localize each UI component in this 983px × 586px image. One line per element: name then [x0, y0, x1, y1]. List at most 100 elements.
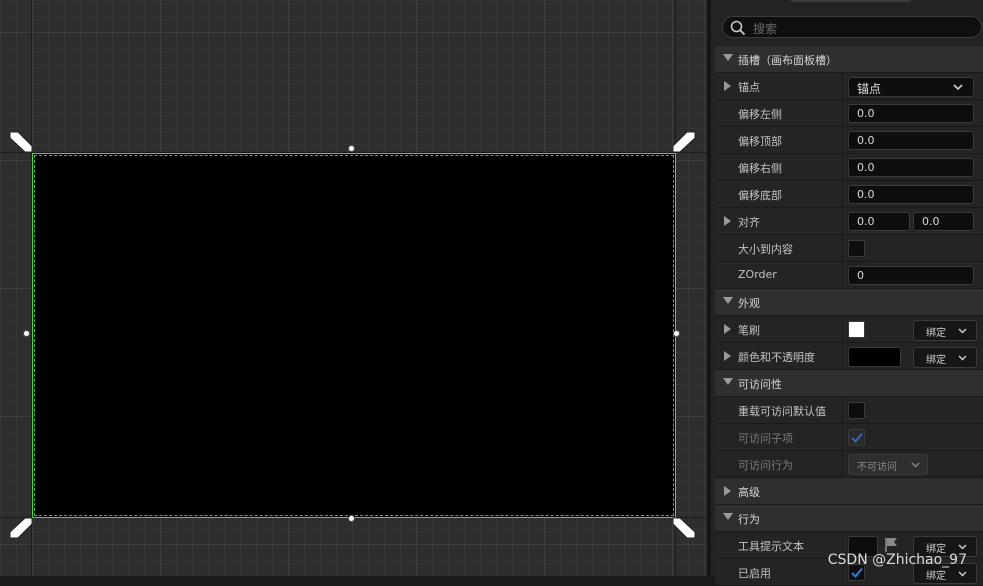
resize-handle-left[interactable]: [23, 330, 30, 337]
property-label: 偏移底部: [738, 189, 782, 202]
property-label: 偏移顶部: [738, 135, 782, 148]
property-label: 锚点: [738, 81, 760, 94]
property-list: 插槽（画布面板槽） 锚点 锚点 偏移左侧 0.0 偏移顶部 0.0 偏移右侧 0…: [715, 46, 983, 586]
anchor-bottom-left-icon[interactable]: [8, 514, 34, 540]
property-label: 偏移右侧: [738, 162, 782, 175]
search-icon: [730, 20, 746, 36]
bind-label: 绑定: [926, 355, 946, 366]
category-label: 可访问性: [738, 378, 782, 391]
expand-right-icon[interactable]: [724, 351, 731, 361]
property-label: 重载可访问默认值: [738, 405, 826, 418]
property-override-accessible-defaults: 重载可访问默认值: [715, 397, 983, 424]
anchors-dropdown-value: 锚点: [857, 82, 882, 96]
alignment-y-input[interactable]: 0.0: [913, 212, 974, 231]
search-box[interactable]: 搜索: [722, 16, 982, 38]
column-divider: [842, 235, 843, 261]
column-divider: [842, 181, 843, 207]
alignment-x-input[interactable]: 0.0: [848, 212, 910, 231]
designer-canvas[interactable]: [0, 0, 707, 576]
anchors-dropdown[interactable]: 锚点: [848, 77, 974, 97]
search-placeholder: 搜索: [753, 22, 778, 36]
property-label: 偏移左侧: [738, 108, 782, 121]
expand-down-icon: [723, 513, 733, 520]
property-label: 可访问子项: [738, 432, 793, 445]
property-label: 可访问行为: [738, 459, 793, 472]
color-bind-button[interactable]: 绑定: [913, 347, 977, 368]
column-divider: [842, 424, 843, 450]
color-opacity-picker[interactable]: [848, 347, 901, 367]
resize-handle-top[interactable]: [348, 145, 355, 152]
category-behavior[interactable]: 行为: [715, 505, 983, 532]
expand-down-icon: [723, 297, 733, 304]
chevron-down-icon: [958, 328, 967, 334]
chevron-down-icon: [958, 544, 967, 550]
brush-bind-button[interactable]: 绑定: [913, 320, 977, 341]
override-defaults-checkbox[interactable]: [848, 402, 865, 419]
accessible-children-checkbox[interactable]: [848, 429, 865, 446]
property-offset-right: 偏移右侧 0.0: [715, 154, 983, 181]
widget-dashed-border: [34, 155, 674, 516]
column-divider: [842, 316, 843, 342]
category-label: 高级: [738, 486, 760, 499]
selected-image-widget[interactable]: [32, 153, 676, 518]
expand-right-icon[interactable]: [724, 324, 731, 334]
offset-top-input[interactable]: 0.0: [848, 131, 974, 150]
property-label: 笔刷: [738, 324, 760, 337]
property-label: 已启用: [738, 567, 771, 580]
zorder-input[interactable]: 0: [848, 266, 974, 285]
localization-flag-icon[interactable]: [884, 537, 898, 552]
chevron-down-icon: [953, 84, 963, 91]
offset-bottom-input[interactable]: 0.0: [848, 185, 974, 204]
resize-handle-bottom[interactable]: [348, 515, 355, 522]
panel-top-bar: [791, 0, 911, 2]
property-label: 大小到内容: [738, 243, 793, 256]
property-alignment: 对齐 0.0 0.0: [715, 208, 983, 235]
watermark-text: CSDN @Zhichao_97: [827, 552, 967, 568]
column-divider: [842, 154, 843, 180]
property-size-to-content: 大小到内容: [715, 235, 983, 262]
column-divider: [842, 208, 843, 234]
category-advanced[interactable]: 高级: [715, 478, 983, 505]
column-divider: [842, 100, 843, 126]
column-divider: [842, 127, 843, 153]
accessible-behavior-dropdown[interactable]: 不可访问: [848, 454, 928, 475]
property-accessible-children: 可访问子项: [715, 424, 983, 451]
category-slot[interactable]: 插槽（画布面板槽）: [715, 46, 983, 73]
category-accessibility[interactable]: 可访问性: [715, 370, 983, 397]
offset-left-input[interactable]: 0.0: [848, 104, 974, 123]
category-label: 行为: [738, 513, 760, 526]
offset-right-input[interactable]: 0.0: [848, 158, 974, 177]
expand-right-icon[interactable]: [724, 216, 731, 226]
chevron-down-icon: [958, 571, 967, 577]
expand-down-icon: [723, 378, 733, 385]
expand-right-icon[interactable]: [724, 81, 731, 91]
checkmark-icon: [851, 432, 863, 443]
details-panel: 搜索 插槽（画布面板槽） 锚点 锚点 偏移左侧 0.0 偏移顶部 0.0 偏移右…: [707, 0, 983, 586]
property-accessible-behavior: 可访问行为 不可访问: [715, 451, 983, 478]
chevron-down-icon: [911, 462, 920, 468]
property-label: 工具提示文本: [738, 540, 804, 553]
property-brush: 笔刷 绑定: [715, 316, 983, 343]
size-to-content-checkbox[interactable]: [848, 240, 865, 257]
anchor-top-right-icon[interactable]: [671, 130, 697, 156]
category-label: 外观: [738, 297, 760, 310]
column-divider: [842, 73, 843, 99]
property-anchors: 锚点 锚点: [715, 73, 983, 100]
property-offset-top: 偏移顶部 0.0: [715, 127, 983, 154]
resize-handle-right[interactable]: [673, 330, 680, 337]
anchor-top-left-icon[interactable]: [8, 130, 34, 156]
anchor-bottom-right-icon[interactable]: [671, 514, 697, 540]
expand-down-icon: [723, 54, 733, 61]
column-divider: [842, 397, 843, 423]
property-offset-left: 偏移左侧 0.0: [715, 100, 983, 127]
property-offset-bottom: 偏移底部 0.0: [715, 181, 983, 208]
property-label: 颜色和不透明度: [738, 351, 815, 364]
column-divider: [842, 343, 843, 369]
brush-swatch[interactable]: [848, 321, 865, 338]
dropdown-value: 不可访问: [857, 462, 897, 473]
expand-right-icon: [724, 486, 731, 496]
property-color-opacity: 颜色和不透明度 绑定: [715, 343, 983, 370]
bind-label: 绑定: [926, 571, 946, 582]
column-divider: [842, 451, 843, 477]
category-appearance[interactable]: 外观: [715, 289, 983, 316]
